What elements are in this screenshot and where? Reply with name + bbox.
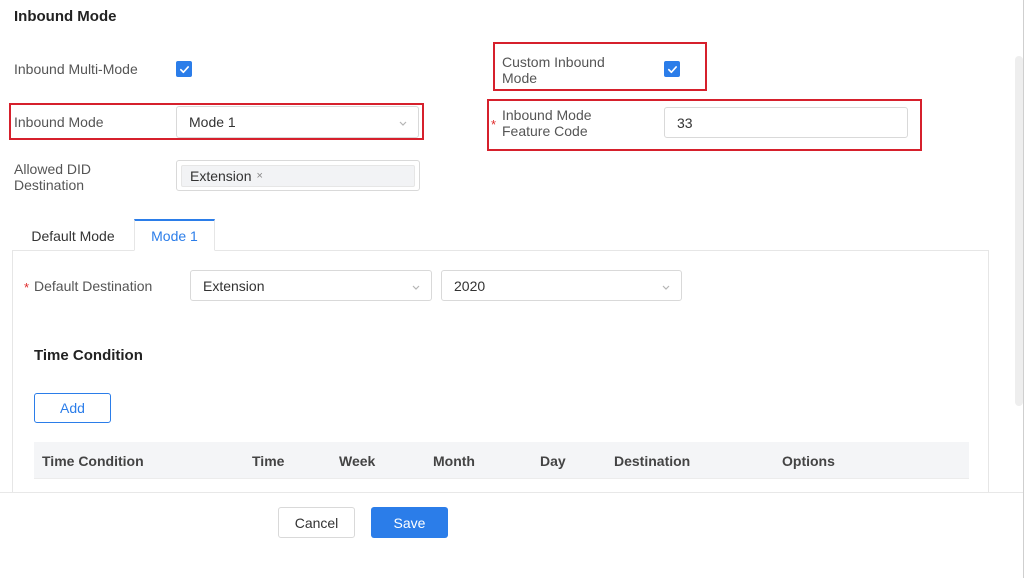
feature-code-input[interactable]: 33 <box>664 107 908 138</box>
column-header: Time <box>252 453 285 469</box>
chevron-down-icon <box>662 285 670 290</box>
column-header: Week <box>339 453 376 469</box>
checkbox-check-icon <box>667 65 677 73</box>
tab-default-mode[interactable]: Default Mode <box>16 220 130 251</box>
default-destination-type-value: Extension <box>203 277 265 294</box>
default-destination-target-value: 2020 <box>454 277 486 294</box>
inbound-mode-value: Mode 1 <box>189 114 236 130</box>
custom-mode-checkbox[interactable] <box>664 61 680 77</box>
chevron-down-icon <box>399 121 407 126</box>
column-header: Destination <box>614 453 691 469</box>
allowed-did-multiselect[interactable]: Extension × <box>176 160 420 191</box>
required-mark: * <box>491 117 497 132</box>
required-mark: * <box>24 280 30 295</box>
time-condition-table-header: Time Condition Time Week Month Day Desti… <box>34 442 969 479</box>
save-button[interactable]: Save <box>371 507 448 538</box>
column-header: Options <box>782 453 835 469</box>
default-destination-label: Default Destination <box>34 278 153 294</box>
close-icon[interactable]: × <box>256 170 262 182</box>
multi-mode-checkbox[interactable] <box>176 61 192 77</box>
checkbox-check-icon <box>179 65 189 73</box>
time-condition-title: Time Condition <box>34 347 143 364</box>
tab-mode-1[interactable]: Mode 1 <box>134 219 215 251</box>
chevron-down-icon <box>412 285 420 290</box>
cancel-button[interactable]: Cancel <box>278 507 355 538</box>
allowed-did-label: Allowed DID Destination <box>14 161 92 193</box>
column-header: Day <box>540 453 566 469</box>
allowed-did-tag-label: Extension <box>190 168 252 184</box>
vertical-scrollbar[interactable] <box>1015 56 1023 406</box>
column-header: Month <box>433 453 475 469</box>
section-title: Inbound Mode <box>14 8 117 25</box>
add-time-condition-button[interactable]: Add <box>34 393 111 423</box>
default-destination-target-select[interactable]: 2020 <box>441 270 682 301</box>
dialog-footer <box>0 492 1024 578</box>
default-destination-type-select[interactable]: Extension <box>190 270 432 301</box>
allowed-did-tag: Extension × <box>181 165 415 187</box>
feature-code-label: Inbound Mode Feature Code <box>502 107 592 139</box>
column-header: Time Condition <box>42 453 144 469</box>
inbound-mode-label: Inbound Mode <box>14 114 104 130</box>
multi-mode-label: Inbound Multi-Mode <box>14 61 138 77</box>
custom-mode-label: Custom Inbound Mode <box>502 54 605 86</box>
inbound-mode-select[interactable]: Mode 1 <box>176 106 419 138</box>
